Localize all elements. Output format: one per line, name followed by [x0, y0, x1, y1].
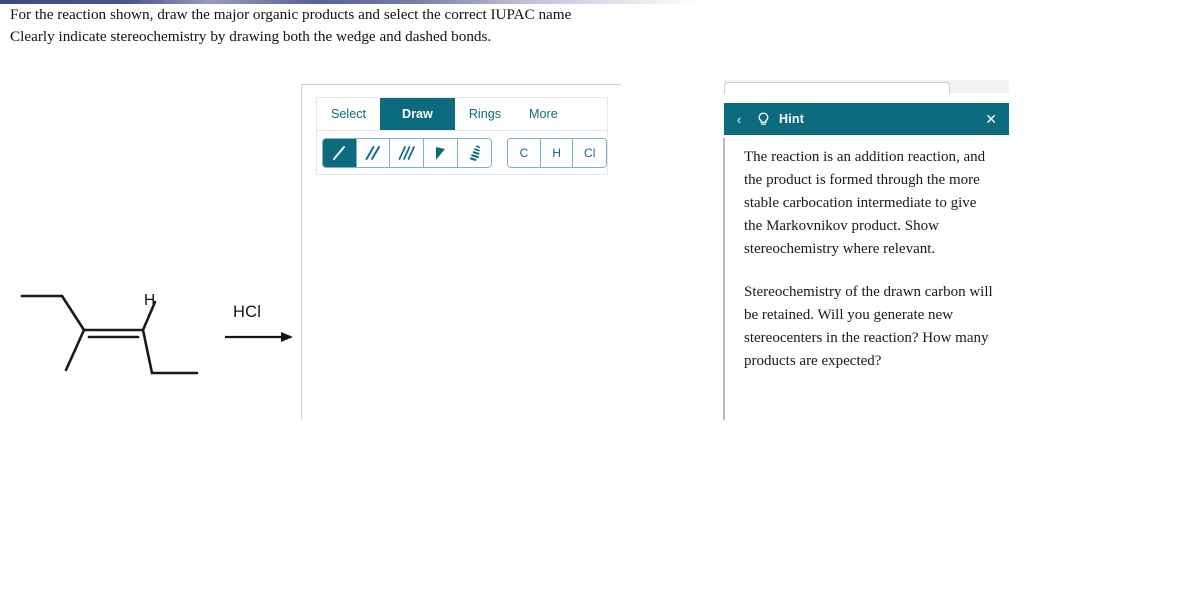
lightbulb-icon-svg	[758, 112, 768, 125]
reactant-structure-svg	[20, 294, 293, 375]
single-bond-tool[interactable]	[323, 138, 357, 167]
bond-c4-c5	[141, 328, 154, 375]
element-chlorine-button[interactable]: Cl	[573, 138, 607, 167]
bond-c2-c3	[60, 294, 86, 332]
triple-bond-tool[interactable]	[390, 138, 424, 167]
hint-paragraph-2: Stereochemistry of the drawn carbon will…	[744, 284, 993, 369]
screenshot-root: For the reaction shown, draw the major o…	[0, 0, 1200, 613]
hint-back-chevron-icon[interactable]: ‹	[724, 112, 754, 127]
bond-c3-methyl	[64, 328, 86, 372]
wedge-bond-tool[interactable]	[423, 138, 458, 167]
tab-rings[interactable]: Rings	[455, 98, 515, 130]
tab-draw[interactable]: Draw	[380, 98, 455, 130]
prompt-line-1: For the reaction shown, draw the major o…	[10, 6, 572, 23]
molecule-editor-panel: Select Draw Rings More C H Cl	[301, 84, 621, 420]
single-bond-icon	[333, 145, 346, 160]
reaction-scheme: H	[0, 270, 300, 395]
reagent-label: HCl	[233, 303, 262, 321]
bond-tool-group	[322, 137, 493, 168]
hint-panel-top-band	[724, 80, 1009, 94]
hash-bond-tool[interactable]	[457, 138, 492, 167]
question-prompt: For the reaction shown, draw the major o…	[10, 4, 635, 47]
wedge-bond-icon	[436, 146, 446, 160]
hint-paragraph-1: The reaction is an addition reaction, an…	[744, 149, 986, 257]
prompt-line-2: Clearly indicate stereochemistry by draw…	[10, 27, 492, 45]
triple-bond-icon	[398, 145, 415, 160]
tab-more[interactable]: More	[515, 98, 572, 130]
tab-select[interactable]: Select	[317, 98, 380, 130]
double-bond-tool[interactable]	[356, 138, 391, 167]
editor-tool-row: C H Cl	[316, 130, 608, 175]
element-carbon-button[interactable]: C	[508, 138, 541, 167]
hint-panel-title: Hint	[779, 112, 805, 126]
close-icon[interactable]: ✕	[985, 112, 997, 126]
hash-bond-icon	[470, 144, 481, 161]
element-tool-group: C H Cl	[507, 137, 607, 168]
hint-panel-header: ‹ Hint ✕	[724, 103, 1009, 135]
double-bond-icon	[365, 145, 380, 160]
lightbulb-icon	[754, 112, 772, 127]
element-hydrogen-button[interactable]: H	[540, 138, 574, 167]
hint-panel-left-rule	[723, 138, 725, 420]
reaction-arrow	[225, 332, 293, 342]
editor-tab-bar: Select Draw Rings More	[316, 97, 608, 130]
hint-panel-body: The reaction is an addition reaction, an…	[744, 146, 994, 373]
vinyl-hydrogen-label: H	[144, 292, 156, 309]
